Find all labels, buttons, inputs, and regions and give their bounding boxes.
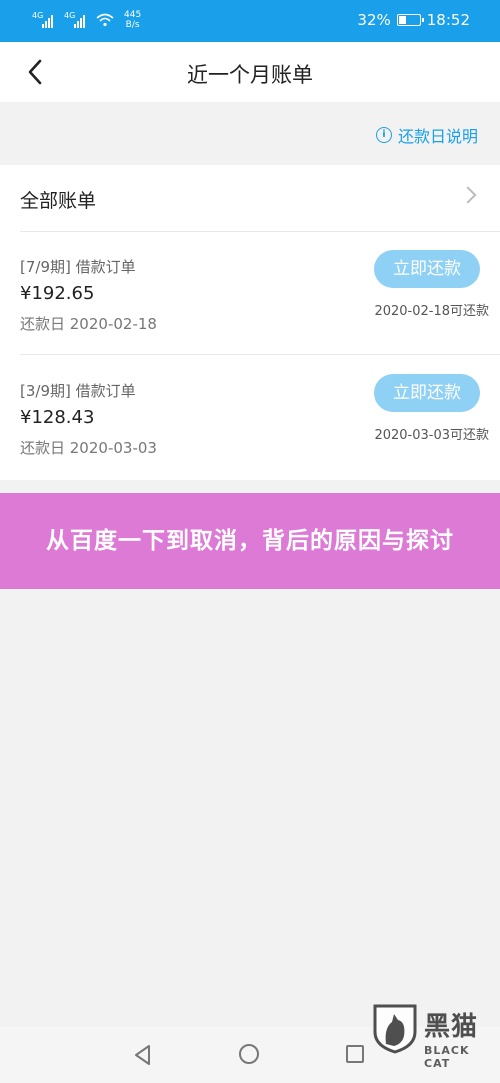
headline-banner: 从百度一下到取消，背后的原因与探讨 — [0, 493, 500, 589]
chevron-right-icon — [459, 186, 477, 204]
bill-period: [7/9期] 借款订单 — [20, 258, 136, 276]
watermark-cn-text: 黑猫 — [424, 1012, 479, 1042]
info-icon: i — [375, 127, 392, 143]
payable-date: 2020-03-03可还款 — [374, 428, 489, 443]
battery-percent: 32% — [357, 11, 391, 29]
wifi-icon — [96, 13, 114, 27]
network-speed: 445 B/s — [124, 10, 141, 30]
all-bills-row[interactable]: 全部账单 — [0, 165, 500, 231]
bill-due-date: 还款日 2020-03-03 — [20, 439, 157, 457]
clock: 18:52 — [426, 11, 470, 29]
headline-text: 从百度一下到取消，背后的原因与探讨 — [46, 528, 454, 554]
bill-amount: ¥128.43 — [20, 407, 95, 428]
bill-item: [7/9期] 借款订单 ¥192.65 还款日 2020-02-18 立即还款 … — [0, 231, 500, 355]
network-speed-value: 445 — [124, 10, 142, 20]
bill-period: [3/9期] 借款订单 — [20, 382, 136, 400]
nav-recent-apps-icon[interactable] — [346, 1045, 364, 1063]
signal-icon: 4G — [64, 12, 86, 28]
battery-icon — [396, 14, 424, 26]
network-speed-unit: B/s — [125, 20, 140, 30]
bill-card: 全部账单 [7/9期] 借款订单 ¥192.65 还款日 2020-02-18 … — [0, 165, 500, 480]
bill-amount: ¥192.65 — [20, 283, 95, 304]
all-bills-label: 全部账单 — [20, 190, 97, 212]
nav-home-icon[interactable] — [239, 1044, 259, 1064]
status-right: 32% 18:52 — [357, 11, 470, 29]
page-title: 近一个月账单 — [187, 63, 313, 87]
signal-icon: 4G — [32, 12, 54, 28]
status-left: 4G 4G 445 B/s — [32, 10, 141, 30]
bill-due-date: 还款日 2020-02-18 — [20, 315, 157, 333]
payable-date: 2020-02-18可还款 — [374, 304, 489, 319]
watermark-en-text: BLACK CAT — [424, 1044, 470, 1070]
nav-back-icon[interactable] — [131, 1043, 155, 1067]
black-cat-watermark: 黑猫 BLACK CAT — [372, 1000, 490, 1080]
repayment-day-info-link[interactable]: i 还款日说明 — [375, 123, 478, 147]
bill-item: [3/9期] 借款订单 ¥128.43 还款日 2020-03-03 立即还款 … — [0, 355, 500, 479]
nav-bar: 近一个月账单 — [0, 42, 500, 102]
repayment-day-info-label: 还款日说明 — [397, 127, 478, 146]
status-bar: 4G 4G 445 B/s 32% 18:52 — [0, 0, 500, 42]
black-cat-logo-icon — [373, 1004, 417, 1054]
pay-now-button[interactable]: 立即还款 — [374, 250, 480, 288]
pay-now-button[interactable]: 立即还款 — [374, 374, 480, 412]
